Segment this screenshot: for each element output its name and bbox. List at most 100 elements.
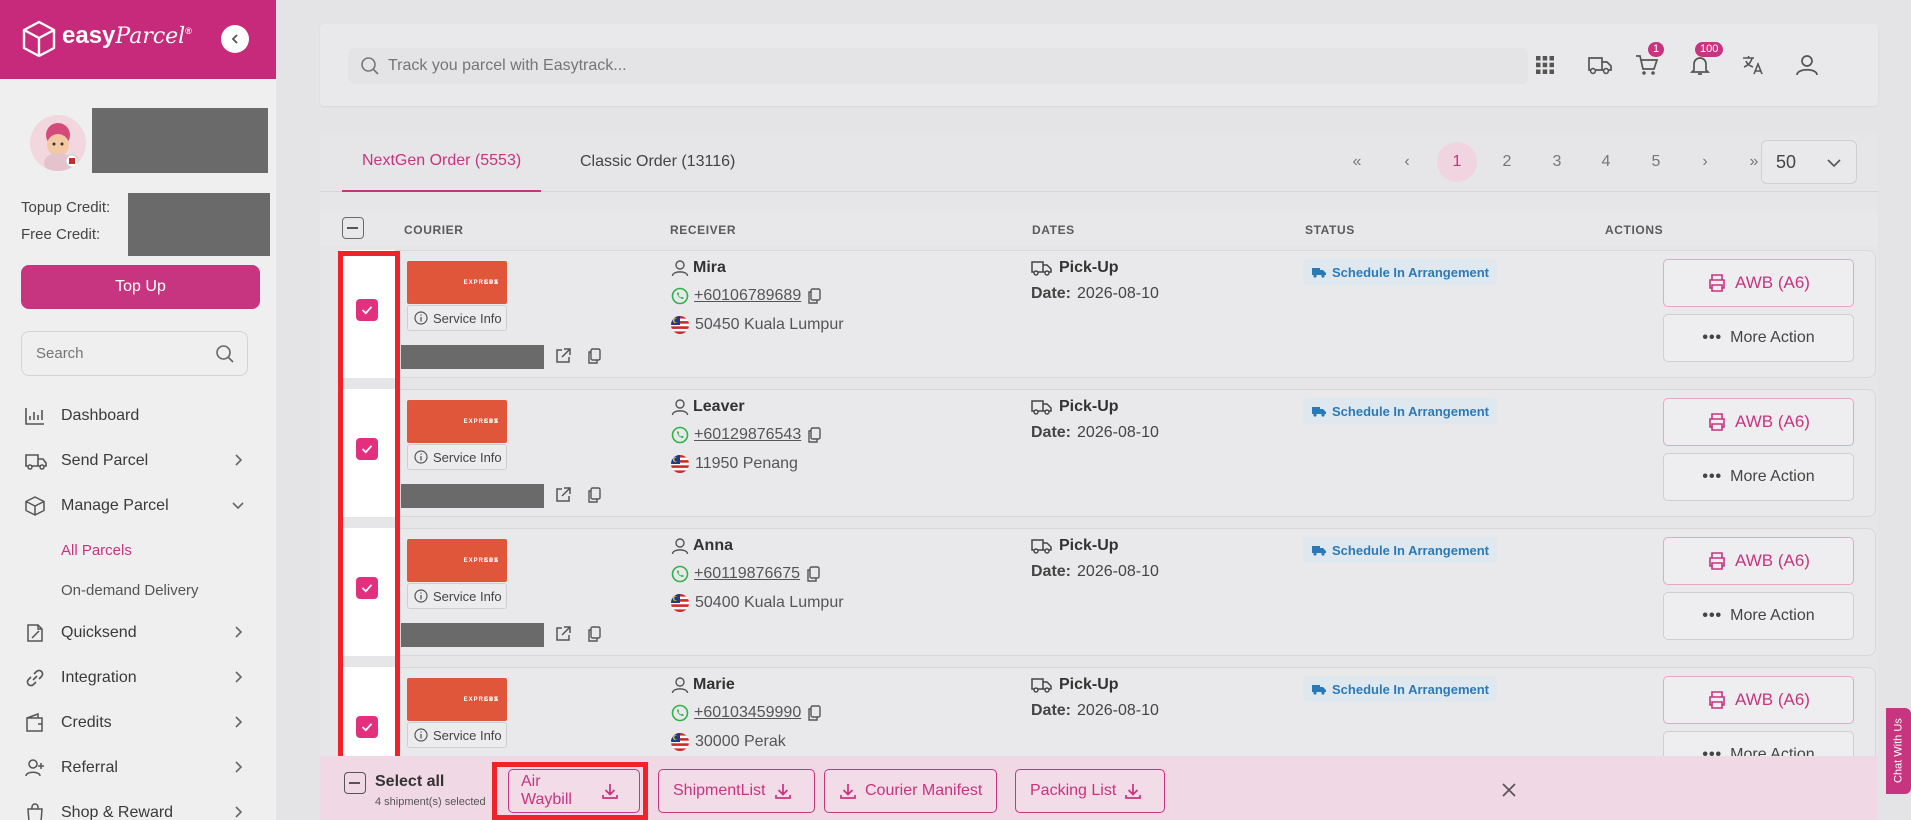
nav-all-parcels[interactable]: All Parcels [61,542,132,559]
cart-icon[interactable]: 1 [1632,42,1665,80]
copy-icon[interactable] [806,566,820,582]
pagination-page-2[interactable]: 2 [1487,142,1527,182]
external-link-icon[interactable] [554,625,572,643]
courier-manifest-button[interactable]: Courier Manifest [824,769,998,813]
tab-nextgen-order[interactable]: NextGen Order (5553) [342,132,542,192]
more-action-button[interactable]: ••• More Action [1663,453,1854,501]
malaysia-flag-icon [671,733,689,751]
nav-shop-reward[interactable]: Shop & Reward [24,795,254,820]
delivery-truck-icon[interactable] [1585,50,1615,80]
packing-list-button[interactable]: Packing List [1015,769,1166,813]
truck-icon [24,451,50,471]
translate-icon[interactable] [1738,50,1768,80]
copy-icon[interactable] [587,348,601,364]
receiver-phone-link[interactable]: +60106789689 [694,287,801,305]
chat-with-us-button[interactable]: Chat With Us [1886,708,1911,794]
nav-integration[interactable]: Integration [24,660,254,696]
nav-on-demand-delivery[interactable]: On-demand Delivery [61,582,199,599]
courier-logo: SPX EXPRESS [407,261,507,304]
checkmark-icon [360,720,374,734]
courier-logo-sub: EXPRESS [463,419,499,425]
pagination-page-4[interactable]: 4 [1586,142,1626,182]
select-all-checkbox[interactable] [344,772,366,794]
copy-icon[interactable] [807,288,821,304]
service-info-button[interactable]: Service Info [407,305,507,331]
copy-icon[interactable] [587,626,601,642]
truck-icon [1031,676,1053,694]
user-icon [671,398,689,416]
pagination-page-1[interactable]: 1 [1437,142,1477,182]
close-icon[interactable] [1501,782,1517,798]
copy-icon[interactable] [807,427,821,443]
row-checkbox[interactable] [356,716,378,738]
receiver-phone-link[interactable]: +60119876675 [694,565,800,583]
bulk-action-bar: Select all 4 shipment(s) selected Air Wa… [320,756,1878,820]
receiver-phone-link[interactable]: +60129876543 [694,426,801,444]
header-select-checkbox[interactable] [342,217,364,239]
more-action-button[interactable]: ••• More Action [1663,314,1854,362]
per-page-select[interactable]: 50 [1761,140,1857,184]
row-checkbox-cell [341,389,395,517]
user-icon [671,259,689,277]
user-profile-icon[interactable] [1792,50,1822,80]
pagination-first[interactable]: « [1337,142,1377,182]
awb-print-label: AWB (A6) [1735,273,1810,292]
column-receiver: RECEIVER [670,223,737,237]
nav-referral[interactable]: Referral [24,750,254,786]
notification-bell-icon[interactable]: 100 [1685,42,1724,80]
nav-quicksend[interactable]: Quicksend [24,615,254,651]
nav-send-parcel-label: Send Parcel [61,452,149,469]
awb-print-button[interactable]: AWB (A6) [1663,537,1854,585]
pagination-page-3[interactable]: 3 [1537,142,1577,182]
external-link-icon[interactable] [554,347,572,365]
pagination-page-5[interactable]: 5 [1636,142,1676,182]
service-info-label: Service Info [433,449,502,465]
service-info-button[interactable]: Service Info [407,444,507,470]
nav-dashboard[interactable]: Dashboard [24,398,254,434]
external-link-icon[interactable] [554,486,572,504]
copy-icon[interactable] [807,705,821,721]
receiver-phone-link[interactable]: +60103459990 [694,704,801,722]
more-action-button[interactable]: ••• More Action [1663,592,1854,640]
apps-grid-icon[interactable] [1530,50,1560,80]
receiver-name: Mira [671,259,726,277]
download-icon [839,782,857,800]
row-checkbox[interactable] [356,299,378,321]
nav-send-parcel[interactable]: Send Parcel [24,443,254,479]
brand-logo[interactable]: easyParcel® [62,22,192,50]
tab-classic-order[interactable]: Classic Order (13116) [560,132,755,192]
awb-print-button[interactable]: AWB (A6) [1663,398,1854,446]
nav-credits[interactable]: Credits [24,705,254,741]
top-bar: 1 100 [320,24,1878,106]
sidebar-collapse-button[interactable] [221,25,249,53]
row-checkbox[interactable] [356,438,378,460]
pickup-date: Date: 2026-08-10 [1031,702,1159,720]
date-label: Date: [1031,563,1072,580]
search-icon[interactable] [215,344,235,364]
status-badge: Schedule In Arrangement [1303,259,1497,285]
air-waybill-button[interactable]: Air Waybill [508,769,640,813]
selected-count: 4 shipment(s) selected [375,796,486,808]
receiver-address-text: 50400 Kuala Lumpur [695,594,844,611]
service-info-button[interactable]: Service Info [407,722,507,748]
awb-print-button[interactable]: AWB (A6) [1663,259,1854,307]
pagination-prev[interactable]: ‹ [1387,142,1427,182]
sidebar-search-input[interactable] [22,332,192,375]
awb-print-button[interactable]: AWB (A6) [1663,676,1854,724]
download-icon [1124,782,1142,800]
awb-print-label: AWB (A6) [1735,551,1810,570]
nav-manage-parcel[interactable]: Manage Parcel [24,488,254,524]
pagination-next[interactable]: › [1685,142,1725,182]
row-checkbox[interactable] [356,577,378,599]
avatar[interactable] [30,115,86,171]
sidebar: easyParcel® Topup Credit: Free Credit: T… [0,0,276,820]
copy-icon[interactable] [587,487,601,503]
select-all-label[interactable]: Select all [375,773,444,791]
truck-icon [1031,537,1053,555]
topup-button[interactable]: Top Up [21,265,260,309]
shipment-list-button[interactable]: ShipmentList [658,769,815,813]
service-info-button[interactable]: Service Info [407,583,507,609]
easytrack-search-input[interactable] [388,48,1288,84]
truck-icon [1031,259,1053,277]
more-action-label: More Action [1730,468,1815,485]
